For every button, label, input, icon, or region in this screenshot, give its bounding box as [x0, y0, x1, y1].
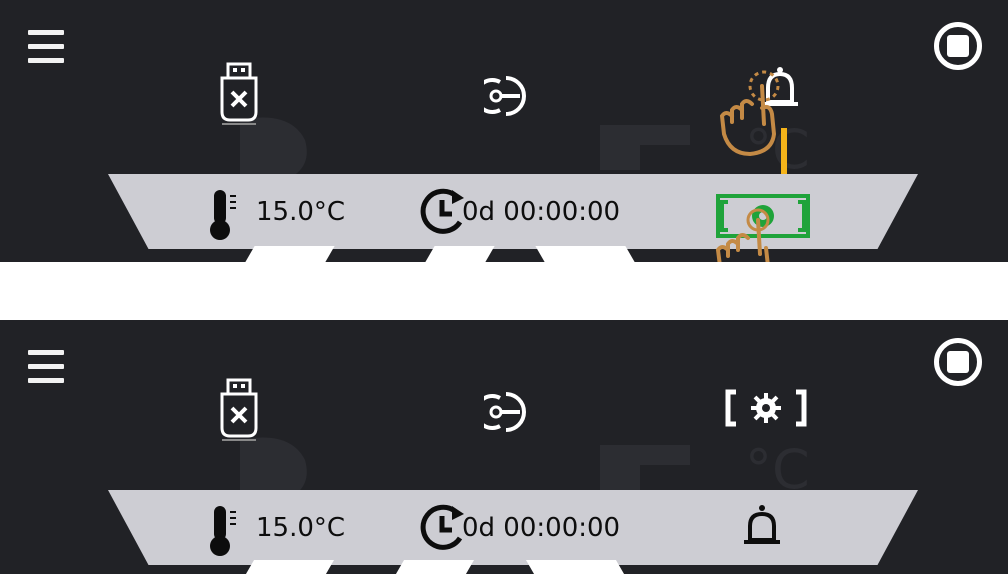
usb-drive-icon[interactable] [218, 62, 262, 126]
timer-value: 0d 00:00:00 [462, 513, 621, 543]
key-login-icon[interactable] [484, 74, 536, 118]
key-login-icon[interactable] [484, 390, 536, 434]
temperature-value: 15.0°C [256, 197, 346, 227]
menu-button[interactable] [28, 30, 64, 70]
timer-value: 0d 00:00:00 [462, 197, 621, 227]
decorative-stripe [245, 560, 335, 574]
decorative-stripe [395, 560, 475, 574]
pointer-hand-icon [715, 208, 770, 262]
decorative-stripe [535, 246, 635, 262]
thermometer-icon [210, 190, 236, 240]
screen-before: °C 15.0°C 0d 00:00:00 [0, 0, 1008, 262]
decorative-stripe [245, 246, 335, 262]
bell-icon[interactable] [742, 502, 782, 556]
settings-screen-icon[interactable] [724, 388, 808, 428]
temperature-value: 15.0°C [256, 513, 346, 543]
screen-after: °C 15.0°C 0d 00:00:00 [0, 320, 1008, 574]
decorative-stripe [525, 560, 625, 574]
thermometer-icon [210, 506, 236, 556]
stop-button[interactable] [934, 22, 982, 70]
decorative-stripe [425, 246, 495, 262]
usb-drive-icon[interactable] [218, 378, 262, 442]
menu-button[interactable] [28, 350, 64, 390]
stop-button[interactable] [934, 338, 982, 386]
